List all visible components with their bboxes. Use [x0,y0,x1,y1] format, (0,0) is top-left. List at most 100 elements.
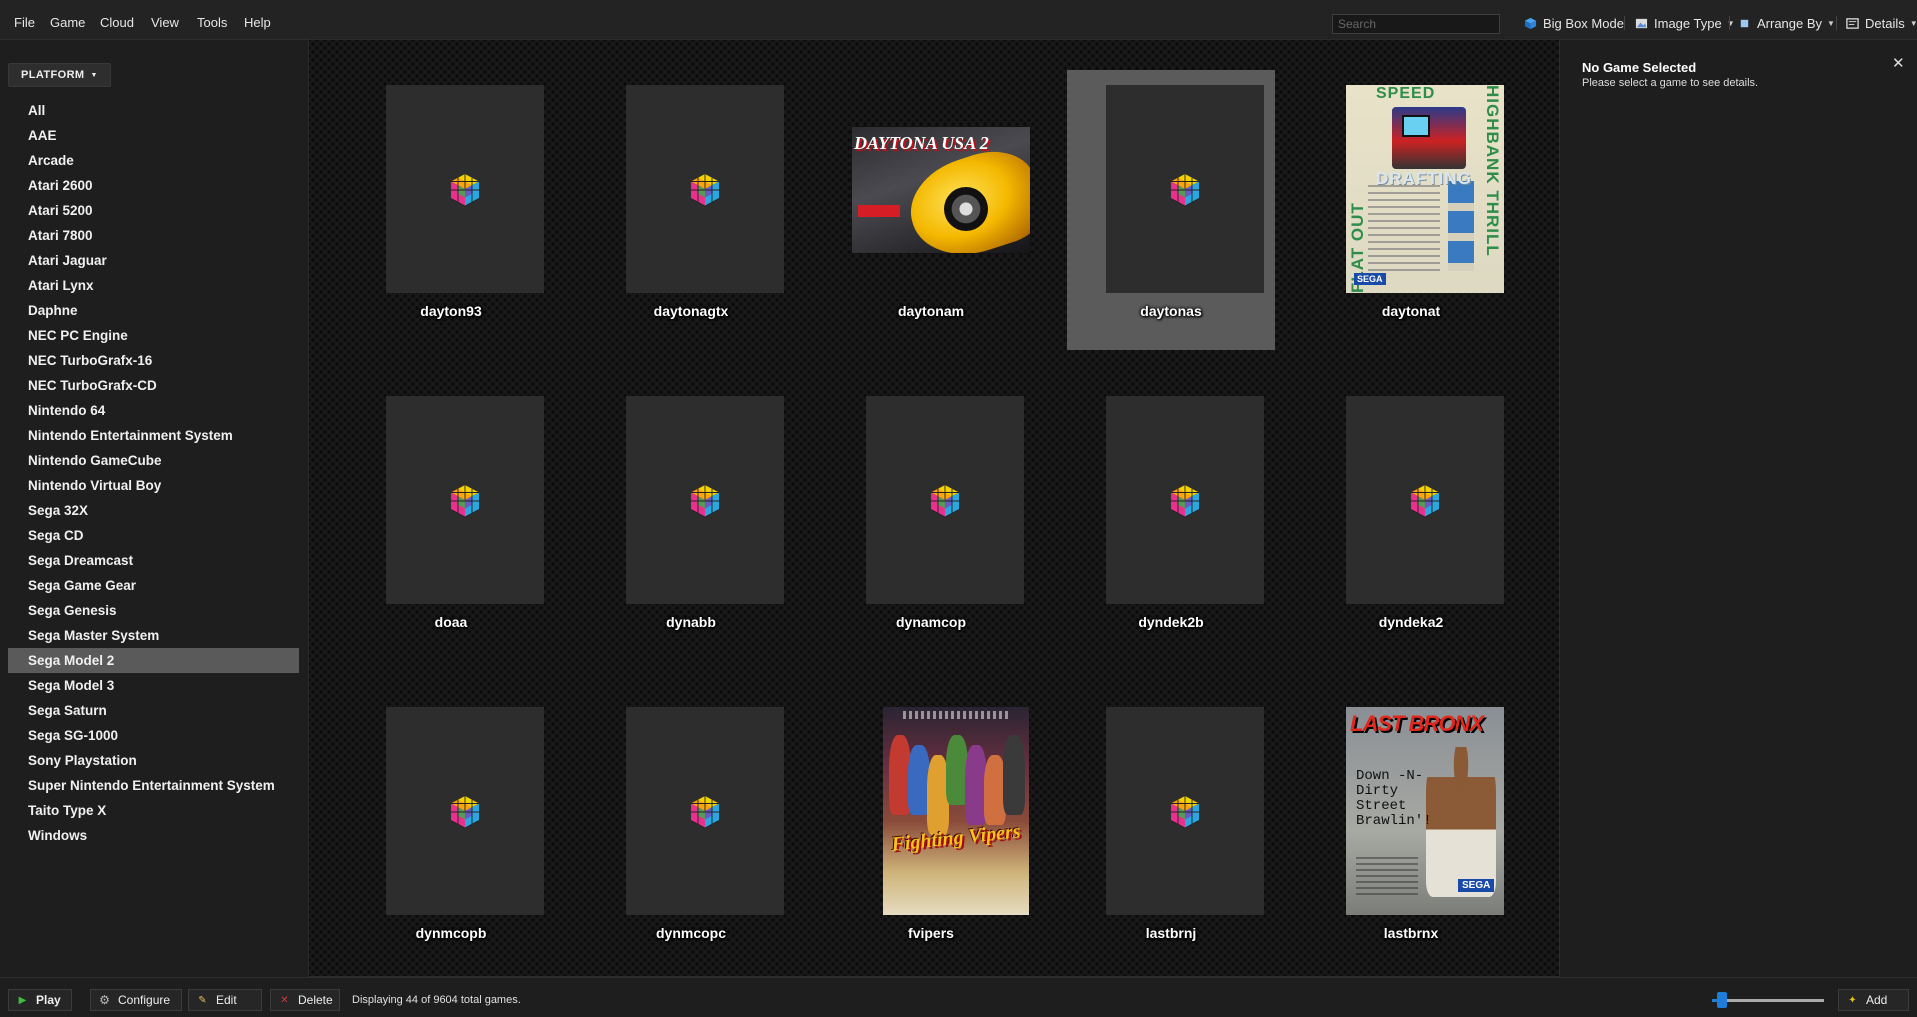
sidebar-item-sega-saturn[interactable]: Sega Saturn [8,698,299,723]
cube-icon [1524,17,1537,29]
configure-label: Configure [118,993,171,1007]
arrange-by-dropdown[interactable]: Arrange By ▼ [1738,14,1835,32]
chevron-down-icon: ▼ [1726,18,1735,28]
game-title: daytonam [897,303,965,319]
game-title: dynabb [666,614,716,630]
gear-icon: ⚙ [99,993,110,1007]
box-art-image: DAYTONA USA 2 [851,126,1031,254]
launchbox-cube-icon [930,485,960,518]
details-title: No Game Selected [1582,60,1697,75]
placeholder-box [626,707,784,915]
sidebar-item-atari-5200[interactable]: Atari 5200 [8,198,299,223]
menu-file[interactable]: File [14,15,35,30]
game-tile[interactable]: FLAT OUT HIGHBANK THRILL SPEED DRAFTING SEGA… [1307,70,1515,350]
sidebar-item-atari-2600[interactable]: Atari 2600 [8,173,299,198]
sidebar-item-nintendo-virtual-boy[interactable]: Nintendo Virtual Boy [8,473,299,498]
sidebar-item-all[interactable]: All [8,98,299,123]
zoom-slider-thumb[interactable] [1717,992,1727,1008]
sidebar-item-nec-pc-engine[interactable]: NEC PC Engine [8,323,299,348]
sidebar-item-sega-genesis[interactable]: Sega Genesis [8,598,299,623]
game-title: dyndek2b [1138,614,1204,630]
sidebar-item-windows[interactable]: Windows [8,823,299,848]
sidebar-item-nec-turbografx-16[interactable]: NEC TurboGrafx-16 [8,348,299,373]
arrange-by-label: Arrange By [1757,15,1823,31]
sidebar-item-arcade[interactable]: Arcade [8,148,299,173]
game-grid: dayton93 daytonagtx DAYTONA USA 2 daytonam d… [308,39,1560,977]
play-label: Play [36,993,61,1007]
configure-button[interactable]: ⚙ Configure [90,989,182,1011]
delete-button[interactable]: ✕ Delete [270,989,340,1011]
game-tile[interactable]: dynmcopb [347,692,555,972]
game-title: dyndeka2 [1378,614,1444,630]
game-tile[interactable]: dynmcopc [587,692,795,972]
sidebar-item-sega-model-2[interactable]: Sega Model 2 [8,648,299,673]
sidebar-item-atari-lynx[interactable]: Atari Lynx [8,273,299,298]
sidebar-item-sega-cd[interactable]: Sega CD [8,523,299,548]
game-tile[interactable]: LAST BRONX Down -N- Dirty Street Brawlin'… [1307,692,1515,972]
menu-help[interactable]: Help [244,15,271,30]
sidebar-item-taito-type-x[interactable]: Taito Type X [8,798,299,823]
menu-tools[interactable]: Tools [197,15,227,30]
game-tile[interactable]: dayton93 [347,70,555,350]
sidebar-item-nintendo-64[interactable]: Nintendo 64 [8,398,299,423]
sidebar-item-nintendo-entertainment-system[interactable]: Nintendo Entertainment System [8,423,299,448]
game-tile[interactable]: dynamcop [827,381,1035,661]
menu-game[interactable]: Game [50,15,85,30]
add-button[interactable]: ✦ Add [1838,989,1909,1011]
image-type-dropdown[interactable]: Image Type ▼ [1635,14,1735,32]
game-tile[interactable]: lastbrnj [1067,692,1275,972]
platform-sidebar: PLATFORM ▼ All AAE Arcade Atari 2600 Atari 5… [0,40,306,977]
sidebar-item-daphne[interactable]: Daphne [8,298,299,323]
sidebar-item-nintendo-gamecube[interactable]: Nintendo GameCube [8,448,299,473]
edit-label: Edit [216,993,237,1007]
image-type-label: Image Type [1654,15,1722,31]
sidebar-item-sega-dreamcast[interactable]: Sega Dreamcast [8,548,299,573]
game-tile[interactable]: daytonagtx [587,70,795,350]
platform-filter-button[interactable]: PLATFORM ▼ [8,63,111,87]
sidebar-item-aae[interactable]: AAE [8,123,299,148]
placeholder-box [866,396,1024,604]
arrange-icon [1740,19,1749,27]
menu-view[interactable]: View [151,15,179,30]
game-title: lastbrnj [1145,925,1197,941]
sidebar-item-sega-32x[interactable]: Sega 32X [8,498,299,523]
sidebar-item-sony-playstation[interactable]: Sony Playstation [8,748,299,773]
sidebar-item-super-nintendo-entertainment-system[interactable]: Super Nintendo Entertainment System [8,773,299,798]
game-tile[interactable]: doaa [347,381,555,661]
bottom-bar: ▶ Play ⚙ Configure ✎ Edit ✕ Delete Displ… [0,977,1917,1017]
game-tile[interactable]: daytonas [1067,70,1275,350]
toolbar-divider [1836,16,1837,30]
menu-cloud[interactable]: Cloud [100,15,134,30]
sidebar-item-sega-game-gear[interactable]: Sega Game Gear [8,573,299,598]
game-tile[interactable]: Fighting Vipers fvipers [827,692,1035,972]
game-tile[interactable]: dynabb [587,381,795,661]
launchbox-cube-icon [690,485,720,518]
game-tile[interactable]: DAYTONA USA 2 daytonam [827,70,1035,350]
search-input[interactable] [1332,14,1500,34]
sidebar-item-nec-turbografx-cd[interactable]: NEC TurboGrafx-CD [8,373,299,398]
sidebar-item-sega-sg-1000[interactable]: Sega SG-1000 [8,723,299,748]
game-title: dynamcop [895,614,966,630]
sidebar-item-atari-jaguar[interactable]: Atari Jaguar [8,248,299,273]
game-tile[interactable]: dyndek2b [1067,381,1275,661]
placeholder-box [386,396,544,604]
edit-button[interactable]: ✎ Edit [188,989,262,1011]
status-text: Displaying 44 of 9604 total games. [352,994,521,1006]
big-box-mode-button[interactable]: Big Box Mode [1524,14,1624,32]
sidebar-item-sega-master-system[interactable]: Sega Master System [8,623,299,648]
play-button[interactable]: ▶ Play [8,989,72,1011]
placeholder-box [1106,707,1264,915]
game-title: dynmcopc [655,925,726,941]
launchbox-cube-icon [1170,485,1200,518]
game-title: dynmcopb [415,925,487,941]
sidebar-item-atari-7800[interactable]: Atari 7800 [8,223,299,248]
zoom-slider-track[interactable] [1712,999,1824,1002]
platform-list: All AAE Arcade Atari 2600 Atari 5200 Atari 78… [8,98,299,848]
placeholder-box [626,85,784,293]
sidebar-item-sega-model-3[interactable]: Sega Model 3 [8,673,299,698]
game-title: daytonagtx [653,303,729,319]
placeholder-box [626,396,784,604]
close-icon[interactable]: ✕ [1892,54,1905,72]
details-dropdown[interactable]: Details ▼ [1846,14,1917,32]
game-tile[interactable]: dyndeka2 [1307,381,1515,661]
